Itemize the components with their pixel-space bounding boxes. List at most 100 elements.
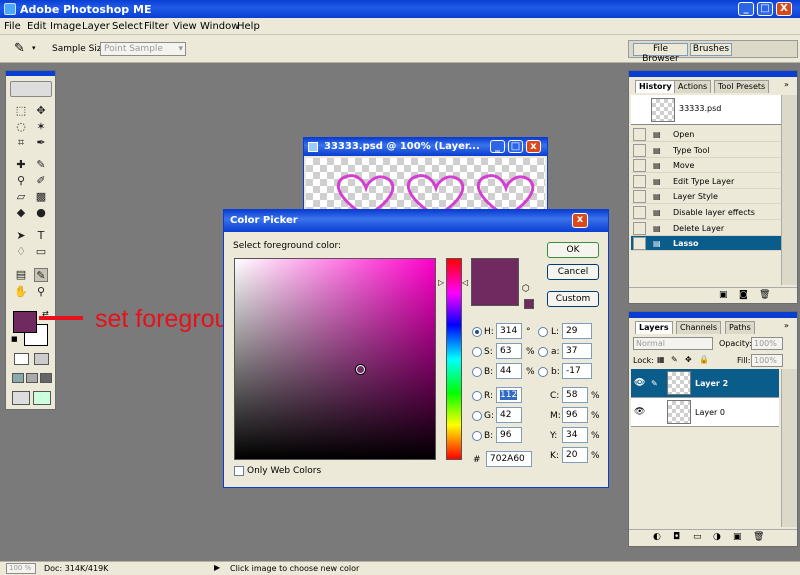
dialog-close-button[interactable]: x: [572, 213, 588, 228]
history-item[interactable]: ▤ Layer Style: [631, 189, 781, 205]
brightness-radio[interactable]: [472, 367, 482, 377]
tab-channels[interactable]: Channels: [676, 321, 722, 334]
history-item[interactable]: ▤ Lasso: [631, 236, 781, 252]
opacity-input[interactable]: 100%: [751, 337, 783, 350]
cube-warning-icon[interactable]: ⬡: [522, 284, 530, 294]
eyedropper-icon[interactable]: ✎: [14, 41, 25, 56]
red-radio[interactable]: [472, 391, 482, 401]
pen-icon[interactable]: ♢: [14, 245, 28, 259]
eraser-icon[interactable]: ▱: [14, 190, 28, 204]
trash-icon[interactable]: 🗑: [753, 532, 764, 542]
a-radio[interactable]: [538, 347, 548, 357]
lasso-icon[interactable]: ◌: [14, 120, 28, 134]
hue-slider[interactable]: [446, 258, 462, 460]
history-brush-source-checkbox[interactable]: [633, 206, 646, 219]
eye-icon[interactable]: 👁: [634, 398, 645, 427]
doc-minimize-button[interactable]: _: [490, 140, 505, 153]
tab-actions[interactable]: Actions: [674, 80, 712, 93]
history-brush-source-checkbox[interactable]: [633, 190, 646, 204]
sample-size-select[interactable]: Point Sample ▾: [100, 42, 186, 56]
color-field-cursor[interactable]: [356, 365, 365, 374]
hue-radio[interactable]: [472, 327, 482, 337]
photoshop-logo-icon[interactable]: [10, 81, 52, 97]
black-input[interactable]: 20: [562, 447, 588, 463]
a-input[interactable]: 37: [562, 343, 592, 359]
hue-slider-right-arrow[interactable]: ◁: [462, 278, 468, 287]
history-brush-icon[interactable]: ✐: [34, 174, 48, 188]
new-document-icon[interactable]: ▣: [719, 290, 728, 300]
history-brush-source-checkbox[interactable]: [633, 237, 646, 251]
lightness-input[interactable]: 29: [562, 323, 592, 339]
shape-icon[interactable]: ▭: [34, 245, 48, 259]
panel-menu-icon[interactable]: »: [784, 80, 789, 89]
file-browser-tab[interactable]: File Browser: [633, 43, 688, 64]
history-snapshot[interactable]: 33333.psd: [631, 95, 781, 125]
hand-icon[interactable]: ✋: [14, 285, 28, 299]
history-scrollbar[interactable]: [781, 95, 797, 285]
new-set-icon[interactable]: ▭: [693, 532, 702, 542]
layer-mask-icon[interactable]: ◘: [673, 532, 680, 542]
lock-position-icon[interactable]: ✥: [685, 355, 692, 364]
history-brush-source-checkbox[interactable]: [633, 174, 646, 188]
saturation-input[interactable]: 63: [496, 343, 522, 359]
eyedropper-tool-icon[interactable]: ✎: [34, 268, 48, 282]
green-radio[interactable]: [472, 411, 482, 421]
slice-icon[interactable]: ✒: [34, 136, 48, 150]
red-input[interactable]: 112: [496, 387, 522, 403]
snapshot-camera-icon[interactable]: ◙: [739, 290, 748, 300]
doc-close-button[interactable]: x: [526, 140, 541, 153]
doc-maximize-button[interactable]: □: [508, 140, 523, 153]
yellow-input[interactable]: 34: [562, 427, 588, 443]
imageready-icon[interactable]: [33, 391, 51, 405]
history-brush-source-checkbox[interactable]: [633, 159, 646, 173]
adjustment-layer-icon[interactable]: ◑: [713, 532, 721, 542]
history-item[interactable]: ▤ Edit Type Layer: [631, 174, 781, 189]
b-input[interactable]: -17: [562, 363, 592, 379]
quick-mask-icon[interactable]: [34, 353, 49, 365]
history-item[interactable]: ▤ Disable layer effects: [631, 205, 781, 220]
brush-icon[interactable]: ✎: [34, 158, 48, 172]
brush-link-icon[interactable]: ✎: [651, 369, 658, 398]
menu-file[interactable]: File: [4, 21, 21, 32]
zoom-input[interactable]: 100 %: [6, 563, 36, 574]
clone-stamp-icon[interactable]: ⚲: [14, 174, 28, 188]
status-menu-arrow-icon[interactable]: ▶: [214, 563, 220, 572]
foreground-color-swatch[interactable]: [13, 311, 37, 333]
history-brush-source-checkbox[interactable]: [633, 221, 646, 235]
magic-wand-icon[interactable]: ✶: [34, 120, 48, 134]
menu-view[interactable]: View: [173, 21, 197, 32]
history-item[interactable]: ▤ Move: [631, 158, 781, 174]
history-item[interactable]: ▤ Type Tool: [631, 143, 781, 158]
tab-tool-presets[interactable]: Tool Presets: [714, 80, 770, 93]
tab-layers[interactable]: Layers: [635, 321, 673, 334]
b-radio[interactable]: [538, 367, 548, 377]
notes-icon[interactable]: ▤: [14, 268, 28, 282]
layer-style-icon[interactable]: ◐: [653, 532, 661, 542]
blend-mode-select[interactable]: Normal: [633, 337, 713, 350]
blur-icon[interactable]: ◆: [14, 206, 28, 220]
magenta-input[interactable]: 96: [562, 407, 588, 423]
menu-edit[interactable]: Edit: [27, 21, 46, 32]
jump-to-imageready-icon[interactable]: [12, 391, 30, 405]
history-brush-source-checkbox[interactable]: [633, 143, 646, 157]
trash-icon[interactable]: 🗑: [759, 290, 770, 300]
lightness-radio[interactable]: [538, 327, 548, 337]
ok-button[interactable]: OK: [547, 242, 599, 258]
type-icon[interactable]: T: [34, 229, 48, 243]
screen-mode-full-menu-icon[interactable]: [26, 373, 38, 383]
eye-icon[interactable]: 👁: [634, 369, 645, 398]
blue-input[interactable]: 96: [496, 427, 522, 443]
web-colors-checkbox[interactable]: [234, 466, 244, 476]
marquee-icon[interactable]: ⬚: [14, 104, 28, 118]
custom-button[interactable]: Custom: [547, 291, 599, 307]
menu-filter[interactable]: Filter: [144, 21, 169, 32]
crop-icon[interactable]: ⌗: [14, 136, 28, 150]
chevron-down-icon[interactable]: ▾: [32, 44, 36, 52]
menu-window[interactable]: Window: [200, 21, 239, 32]
screen-mode-full-icon[interactable]: [40, 373, 52, 383]
minimize-button[interactable]: _: [738, 2, 754, 16]
hue-slider-left-arrow[interactable]: ▷: [438, 278, 444, 287]
lock-all-icon[interactable]: 🔒: [699, 355, 709, 364]
close-button[interactable]: X: [776, 2, 792, 16]
green-input[interactable]: 42: [496, 407, 522, 423]
